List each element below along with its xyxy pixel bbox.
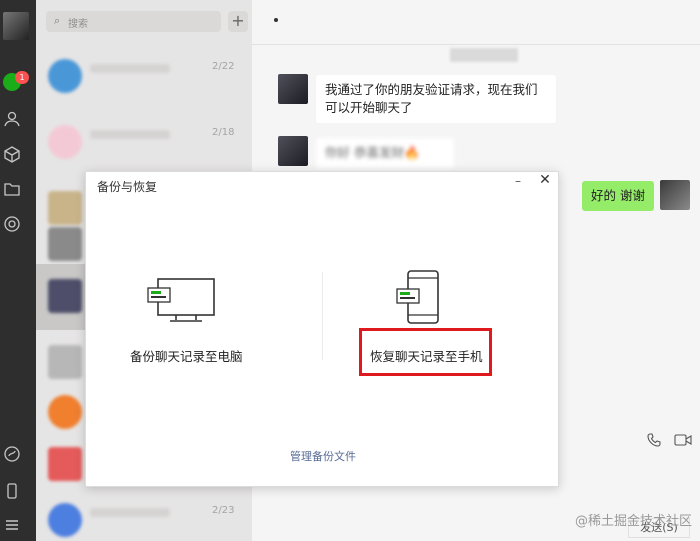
timestamp bbox=[450, 48, 518, 62]
message-bubble-mine: 好的 谢谢 bbox=[582, 181, 654, 211]
folder-icon[interactable] bbox=[3, 180, 21, 198]
search-icon: ⌕ bbox=[54, 14, 61, 27]
avatar[interactable] bbox=[3, 12, 29, 40]
divider bbox=[322, 272, 323, 360]
avatar bbox=[48, 395, 82, 429]
list-item-time: 2/18 bbox=[212, 127, 235, 138]
list-item[interactable]: 2/23 bbox=[36, 488, 252, 541]
mini-program-icon[interactable] bbox=[3, 445, 21, 463]
list-item[interactable]: 2/18 bbox=[36, 110, 252, 176]
video-call-icon[interactable] bbox=[674, 432, 692, 448]
contact-name bbox=[90, 130, 170, 139]
contact-name bbox=[90, 508, 170, 517]
contact-name bbox=[90, 64, 170, 73]
avatar bbox=[278, 136, 308, 166]
list-item[interactable]: 2/22 bbox=[36, 44, 252, 110]
avatar bbox=[660, 180, 690, 210]
sidebar: 1 bbox=[0, 0, 36, 541]
chat-title bbox=[274, 18, 278, 22]
backup-restore-dialog: 备份与恢复 – ✕ 备份聊天记录至电脑 恢复聊天记录至手机 管理备份文件 bbox=[85, 171, 559, 487]
manage-backup-files-link[interactable]: 管理备份文件 bbox=[86, 448, 560, 464]
avatar bbox=[278, 74, 308, 104]
phone-icon[interactable] bbox=[3, 482, 21, 500]
avatar bbox=[48, 345, 82, 379]
search-placeholder: 搜索 bbox=[68, 19, 88, 30]
search-input[interactable]: ⌕ 搜索 bbox=[46, 11, 221, 32]
divider bbox=[252, 44, 700, 45]
contacts-icon[interactable] bbox=[3, 110, 21, 128]
phone-icon bbox=[396, 270, 439, 324]
message-bubble: 你好 恭喜发财🔥 bbox=[316, 138, 454, 168]
backup-to-pc-option[interactable]: 备份聊天记录至电脑 bbox=[130, 346, 243, 365]
highlight-box bbox=[359, 328, 492, 376]
avatar bbox=[48, 59, 82, 93]
watermark: @稀土掘金技术社区 bbox=[574, 514, 692, 529]
menu-icon[interactable] bbox=[3, 516, 21, 534]
message-bubble: 我通过了你的朋友验证请求，现在我们可以开始聊天了 bbox=[316, 75, 556, 123]
minimize-icon[interactable]: – bbox=[512, 174, 524, 188]
list-item-time: 2/23 bbox=[212, 505, 235, 516]
avatar bbox=[48, 447, 82, 481]
close-icon[interactable]: ✕ bbox=[538, 172, 552, 188]
input-toolbar bbox=[646, 432, 692, 448]
add-chat-button[interactable]: + bbox=[228, 11, 248, 32]
moments-icon[interactable] bbox=[3, 215, 21, 233]
phone-call-icon[interactable] bbox=[646, 432, 662, 448]
list-item-time: 2/22 bbox=[212, 61, 235, 72]
avatar bbox=[48, 279, 82, 313]
avatar bbox=[48, 227, 82, 261]
favorites-icon[interactable] bbox=[3, 145, 21, 163]
avatar bbox=[48, 125, 82, 159]
unread-badge: 1 bbox=[15, 71, 29, 84]
avatar bbox=[48, 503, 82, 537]
computer-icon bbox=[147, 278, 215, 322]
dialog-title: 备份与恢复 bbox=[97, 180, 158, 194]
